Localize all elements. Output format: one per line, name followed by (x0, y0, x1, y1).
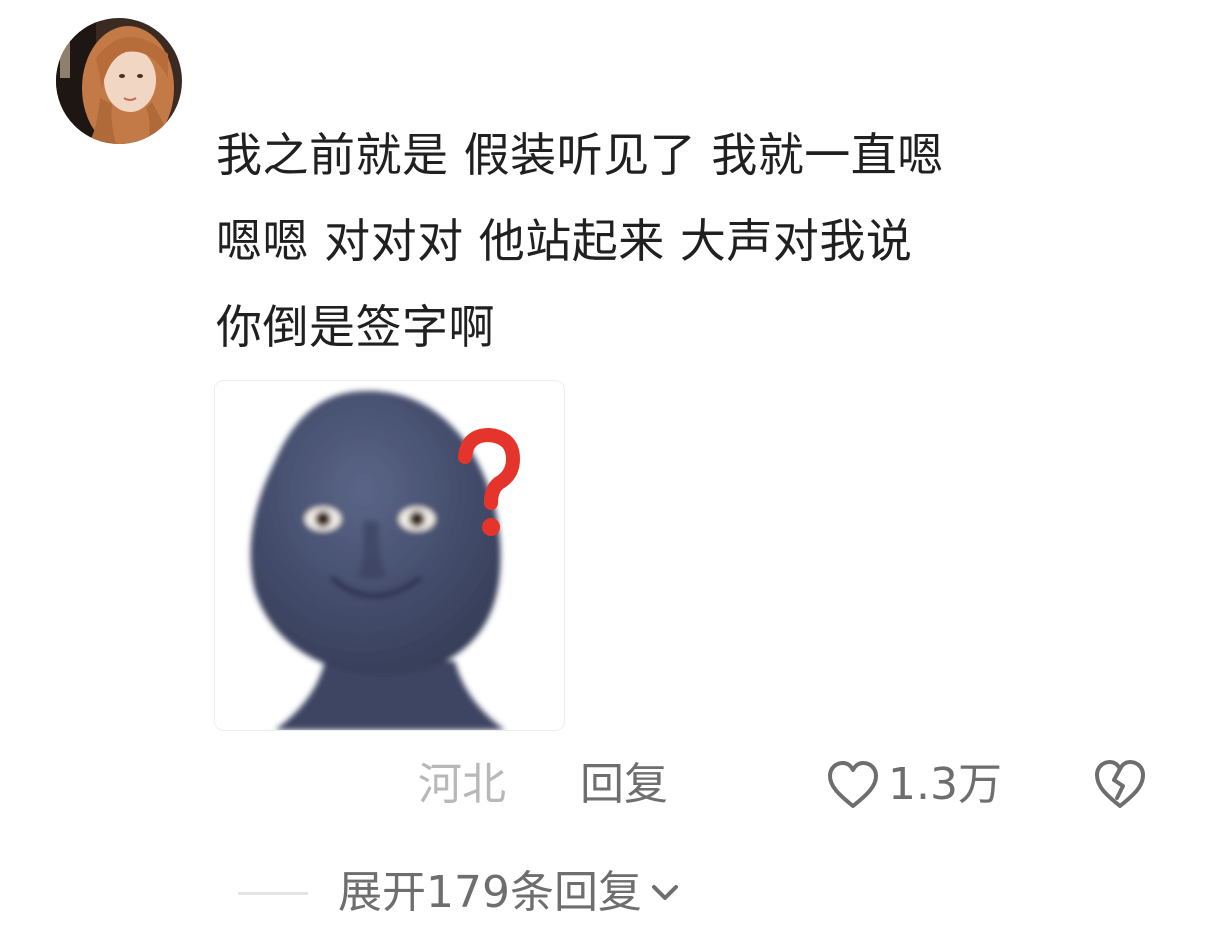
chevron-down-icon (651, 885, 678, 900)
user-avatar-icon (56, 18, 182, 144)
expand-replies-label: 展开179条回复 (338, 867, 642, 918)
divider (238, 891, 308, 895)
broken-heart-icon (1095, 760, 1145, 808)
comment-line: 嗯嗯 对对对 他站起来 大声对我说 (216, 214, 913, 268)
location-label: 河北 (418, 759, 506, 810)
dislike-button[interactable] (1092, 756, 1148, 812)
comment-text: 我之前就是 假装听见了 我就一直嗯 嗯嗯 对对对 他站起来 大声对我说 你倒是签… (216, 112, 1176, 370)
comment-sticker[interactable] (214, 380, 565, 731)
expand-replies-button[interactable]: 展开179条回复 (238, 860, 680, 926)
avatar[interactable] (56, 18, 182, 144)
like-count: 1.3万 (888, 759, 1002, 810)
like-button[interactable]: 1.3万 (826, 752, 1002, 818)
alien-question-sticker-icon (215, 381, 564, 730)
reply-button[interactable]: 回复 (580, 752, 668, 818)
heart-outline-icon (828, 761, 878, 808)
comment-line: 我之前就是 假装听见了 我就一直嗯 (216, 128, 944, 182)
comment-line: 你倒是签字啊 (216, 300, 495, 354)
